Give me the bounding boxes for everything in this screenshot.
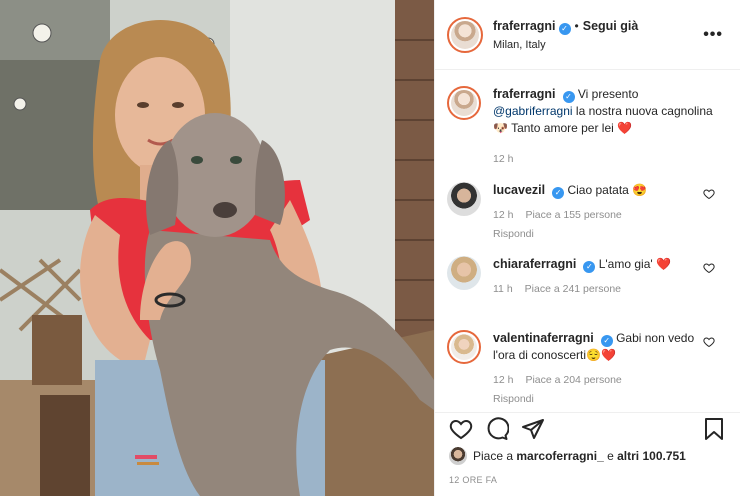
- caption-username[interactable]: fraferragni: [493, 87, 556, 101]
- heart-emoji: ❤️: [617, 121, 633, 135]
- post-timestamp[interactable]: 12 ORE FA: [449, 475, 497, 485]
- reply-button[interactable]: Rispondi: [493, 226, 713, 243]
- comment-author-avatar[interactable]: [447, 182, 481, 216]
- comment-meta: 12 h Piace a 204 persone: [493, 372, 713, 389]
- like-comment-heart-icon[interactable]: [703, 262, 715, 274]
- comment-username[interactable]: chiaraferragni: [493, 257, 576, 271]
- liker-avatar[interactable]: [449, 447, 467, 465]
- comment-body: lucavezil ✓ Ciao patata 😍 12 h Piace a 15…: [493, 182, 713, 243]
- comment-likes[interactable]: Piace a 204 persone: [525, 372, 621, 389]
- author-username[interactable]: fraferragni: [493, 19, 556, 33]
- action-icons: [449, 417, 545, 441]
- caption-author-avatar[interactable]: [447, 86, 481, 120]
- caption-text-end: Tanto amore per lei: [511, 121, 614, 135]
- comment-text: Ciao patata 😍: [567, 183, 648, 197]
- comment-author-avatar[interactable]: [447, 330, 481, 364]
- verified-badge-icon: ✓: [583, 261, 596, 273]
- comment-author-avatar[interactable]: [447, 256, 481, 290]
- caption-text-after: la nostra nuova cagnolina: [575, 104, 713, 118]
- separator-dot: •: [574, 18, 579, 33]
- comment-time: 12 h: [493, 209, 514, 221]
- post-photo[interactable]: [0, 0, 434, 496]
- comment-time: 12 h: [493, 374, 514, 386]
- caption-time: 12 h: [493, 153, 514, 165]
- post-actions: Piace a marcoferragni_ e altri 100.751 1…: [435, 412, 740, 496]
- verified-badge-icon: ✓: [552, 187, 565, 199]
- post-location[interactable]: Milan, Italy: [493, 39, 638, 51]
- caption: fraferragni ✓ Vi presento @gabriferragni …: [447, 86, 737, 168]
- post-header-meta: fraferragni ✓ • Segui già Milan, Italy: [493, 19, 638, 51]
- like-comment-heart-icon[interactable]: [703, 188, 715, 200]
- save-bookmark-icon[interactable]: [703, 417, 725, 441]
- instagram-post: fraferragni ✓ • Segui già Milan, Italy ••• …: [0, 0, 740, 496]
- verified-badge-icon: ✓: [562, 91, 575, 103]
- verified-badge-icon: ✓: [600, 335, 613, 347]
- likes-prefix: Piace a: [473, 449, 514, 463]
- comment-bubble-icon[interactable]: [485, 417, 509, 441]
- likes-count-link[interactable]: altri 100.751: [617, 449, 686, 463]
- dog-emoji: 🐶: [493, 121, 508, 135]
- comments-list[interactable]: fraferragni ✓ Vi presento @gabriferragni …: [435, 70, 740, 412]
- comment-item: valentinaferragni ✓ Gabi non vedo l'ora d…: [447, 330, 737, 408]
- post-sidebar: fraferragni ✓ • Segui già Milan, Italy ••• …: [434, 0, 740, 496]
- comment-item: lucavezil ✓ Ciao patata 😍 12 h Piace a 15…: [447, 182, 737, 243]
- reply-button[interactable]: Rispondi: [493, 391, 713, 408]
- likes-middle: e: [607, 449, 614, 463]
- comment-username[interactable]: lucavezil: [493, 183, 545, 197]
- comment-text: L'amo gia' ❤️: [598, 257, 671, 271]
- caption-mention-link[interactable]: @gabriferragni: [493, 104, 573, 118]
- follow-button[interactable]: Segui già: [583, 19, 639, 33]
- verified-badge-icon: ✓: [558, 22, 571, 35]
- comment-meta: 11 h Piace a 241 persone: [493, 281, 713, 298]
- comment-item: chiaraferragni ✓ L'amo gia' ❤️ 11 h Piace…: [447, 256, 737, 298]
- comment-time: 11 h: [493, 283, 513, 295]
- share-send-icon[interactable]: [521, 417, 545, 441]
- comment-likes[interactable]: Piace a 155 persone: [525, 207, 621, 224]
- caption-text-before: Vi presento: [577, 87, 639, 101]
- more-options-icon[interactable]: •••: [703, 26, 723, 44]
- likes-summary: Piace a marcoferragni_ e altri 100.751: [449, 447, 686, 465]
- post-header: fraferragni ✓ • Segui già Milan, Italy •••: [435, 0, 740, 70]
- post-image: [0, 0, 434, 496]
- comment-username[interactable]: valentinaferragni: [493, 331, 594, 345]
- comment-body: chiaraferragni ✓ L'amo gia' ❤️ 11 h Piace…: [493, 256, 713, 298]
- like-comment-heart-icon[interactable]: [703, 336, 715, 348]
- caption-meta: 12 h: [493, 151, 713, 168]
- like-heart-icon[interactable]: [449, 417, 473, 441]
- liker-username[interactable]: marcoferragni_: [516, 449, 603, 463]
- author-avatar[interactable]: [447, 16, 483, 53]
- comment-body: valentinaferragni ✓ Gabi non vedo l'ora d…: [493, 330, 713, 408]
- comment-meta: 12 h Piace a 155 persone: [493, 207, 713, 224]
- caption-body: fraferragni ✓ Vi presento @gabriferragni …: [493, 86, 713, 168]
- comment-likes[interactable]: Piace a 241 persone: [525, 281, 621, 298]
